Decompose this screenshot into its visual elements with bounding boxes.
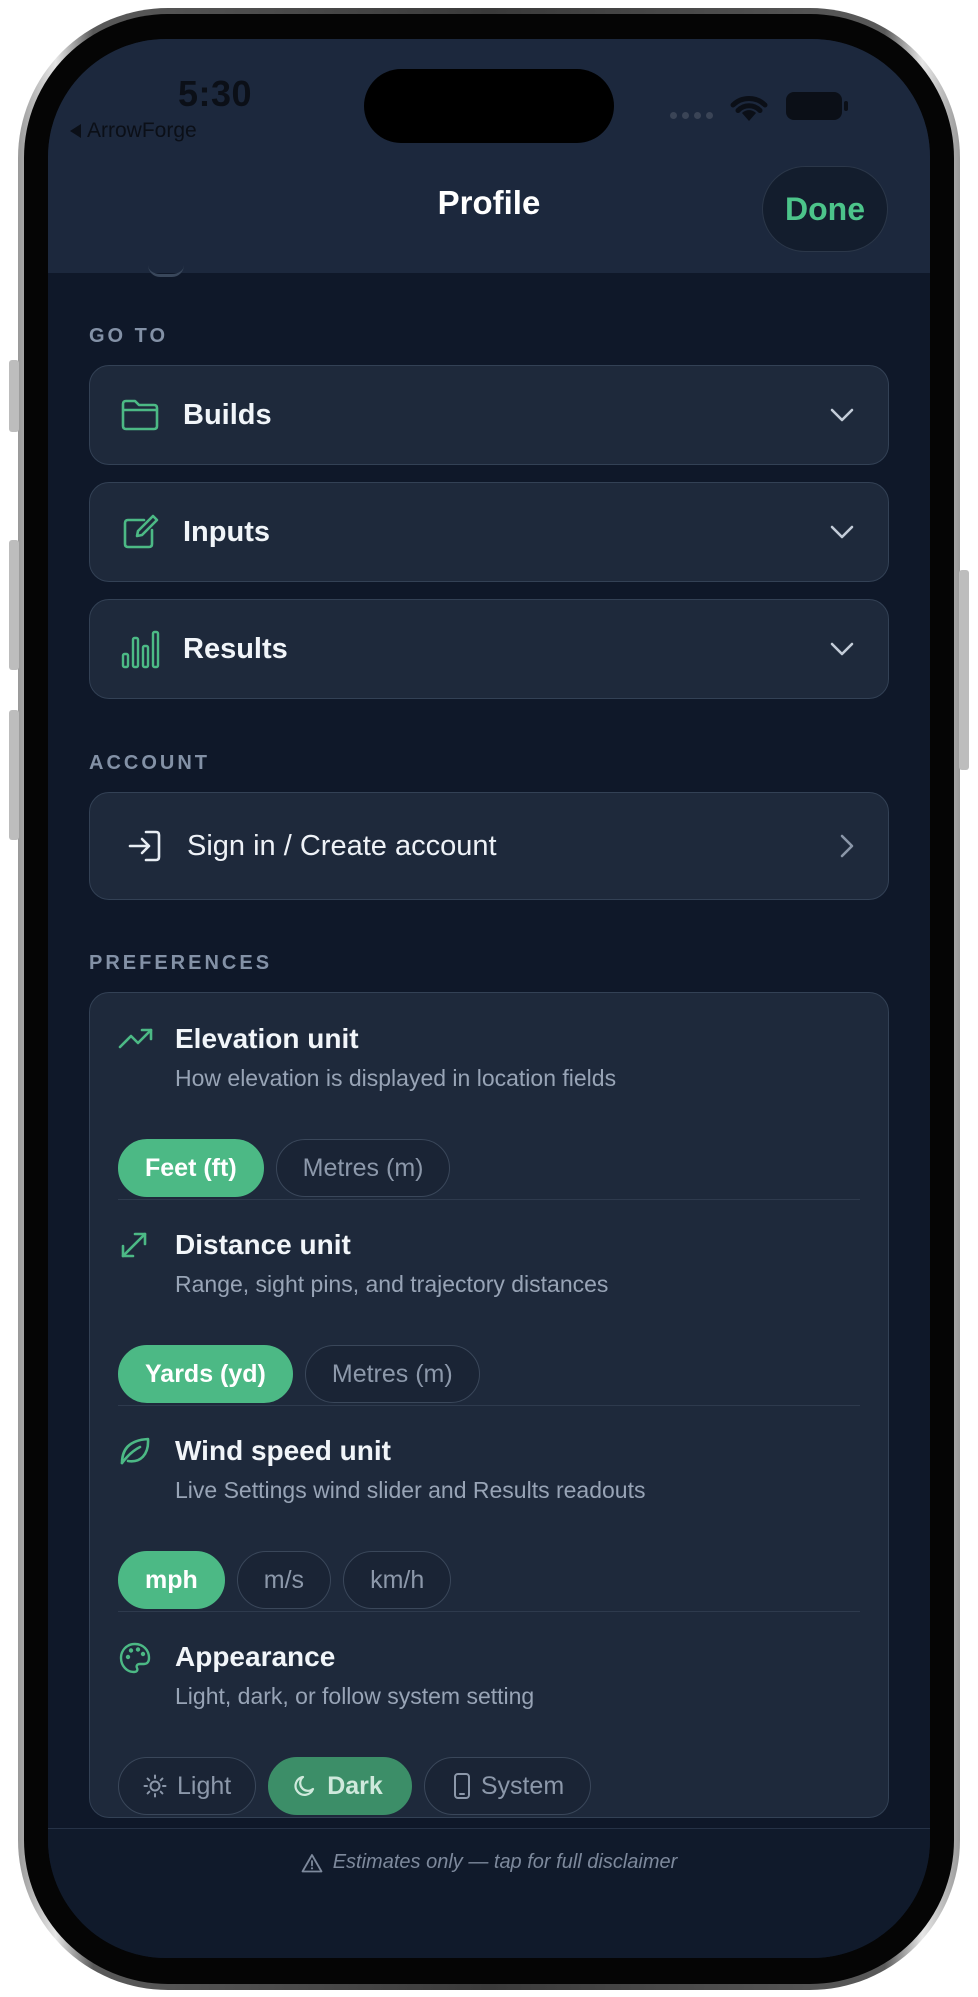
sign-in-icon [128, 830, 161, 862]
section-label-account: ACCOUNT [89, 752, 210, 774]
pref-title: Wind speed unit [175, 1435, 391, 1466]
pref-title: Appearance [175, 1641, 336, 1672]
segmented-options: Light Dark System [118, 1757, 592, 1815]
option-kmh[interactable]: km/h [343, 1551, 452, 1609]
back-arrow-icon [70, 124, 81, 138]
option-yards[interactable]: Yards (yd) [118, 1345, 293, 1403]
disclaimer-link[interactable]: Estimates only — tap for full disclaimer [48, 1851, 930, 1874]
back-app-label: ArrowForge [87, 119, 197, 142]
section-label-preferences: PREFERENCES [89, 952, 273, 974]
option-system[interactable]: System [423, 1757, 592, 1815]
option-mph[interactable]: mph [118, 1551, 225, 1609]
chevron-down-icon [830, 642, 854, 656]
pref-description: How elevation is displayed in location f… [175, 1065, 617, 1091]
back-to-app-link[interactable]: ArrowForge [70, 119, 197, 143]
pref-description: Range, sight pins, and trajectory distan… [175, 1271, 609, 1297]
goto-results-row[interactable]: Results [89, 599, 889, 699]
pref-description: Light, dark, or follow system setting [175, 1683, 535, 1709]
chevron-down-icon [830, 525, 854, 539]
trending-up-icon [118, 1028, 153, 1049]
warning-icon [301, 1853, 323, 1872]
footer-bar: Estimates only — tap for full disclaimer [48, 1828, 930, 1958]
divider [118, 1611, 860, 1612]
option-light-label: Light [177, 1771, 232, 1800]
option-metres[interactable]: Metres (m) [275, 1139, 451, 1197]
option-ms[interactable]: m/s [236, 1551, 332, 1609]
disclaimer-text: Estimates only — tap for full disclaimer [332, 1851, 678, 1873]
bar-chart-icon [121, 630, 160, 669]
segmented-options: mph m/s km/h [118, 1551, 452, 1609]
pref-elevation-unit: Elevation unit How elevation is displaye… [118, 1023, 860, 1203]
chevron-down-icon [830, 408, 854, 422]
option-metres[interactable]: Metres (m) [304, 1345, 480, 1403]
done-button[interactable]: Done [762, 166, 888, 252]
option-system-label: System [480, 1771, 565, 1800]
section-label-goto: GO TO [89, 325, 169, 347]
folder-icon [121, 399, 159, 431]
option-light[interactable]: Light [118, 1757, 257, 1815]
phone-icon [453, 1773, 470, 1799]
pref-title: Distance unit [175, 1229, 351, 1260]
option-dark[interactable]: Dark [268, 1757, 412, 1815]
palette-icon [119, 1642, 151, 1674]
segmented-options: Yards (yd) Metres (m) [118, 1345, 480, 1403]
app-screen: 5:30 ArrowForge Profile Done GO TO Build… [48, 39, 930, 1958]
pref-title: Elevation unit [175, 1023, 359, 1054]
dynamic-island [364, 69, 614, 143]
goto-inputs-label: Inputs [183, 515, 270, 548]
chevron-right-icon [840, 834, 854, 858]
goto-builds-label: Builds [183, 398, 272, 431]
pref-appearance: Appearance Light, dark, or follow system… [118, 1641, 860, 1821]
moon-icon [294, 1775, 315, 1796]
sun-icon [143, 1774, 167, 1798]
preferences-card: Elevation unit How elevation is displaye… [89, 992, 889, 1818]
edit-icon [123, 514, 159, 549]
silent-switch [9, 360, 19, 432]
signal-dots-icon [670, 112, 713, 119]
divider [118, 1199, 860, 1200]
pref-description: Live Settings wind slider and Results re… [175, 1477, 646, 1503]
pref-distance-unit: Distance unit Range, sight pins, and tra… [118, 1229, 860, 1409]
segmented-options: Feet (ft) Metres (m) [118, 1139, 451, 1197]
sign-in-label: Sign in / Create account [187, 829, 497, 862]
volume-up-button [9, 540, 19, 670]
divider [118, 1405, 860, 1406]
nav-header: 5:30 ArrowForge Profile Done [48, 39, 930, 273]
goto-builds-row[interactable]: Builds [89, 365, 889, 465]
option-dark-label: Dark [327, 1771, 383, 1800]
sign-in-row[interactable]: Sign in / Create account [89, 792, 889, 900]
wifi-icon [730, 96, 768, 121]
leaf-icon [120, 1437, 150, 1465]
volume-down-button [9, 710, 19, 840]
goto-results-label: Results [183, 632, 288, 665]
expand-diagonal-icon [121, 1232, 147, 1258]
option-feet[interactable]: Feet (ft) [118, 1139, 264, 1197]
pref-wind-speed-unit: Wind speed unit Live Settings wind slide… [118, 1435, 860, 1615]
battery-icon [786, 92, 848, 120]
status-time: 5:30 [178, 73, 253, 114]
power-button [959, 570, 969, 770]
scrolled-content-edge [148, 265, 184, 277]
goto-inputs-row[interactable]: Inputs [89, 482, 889, 582]
